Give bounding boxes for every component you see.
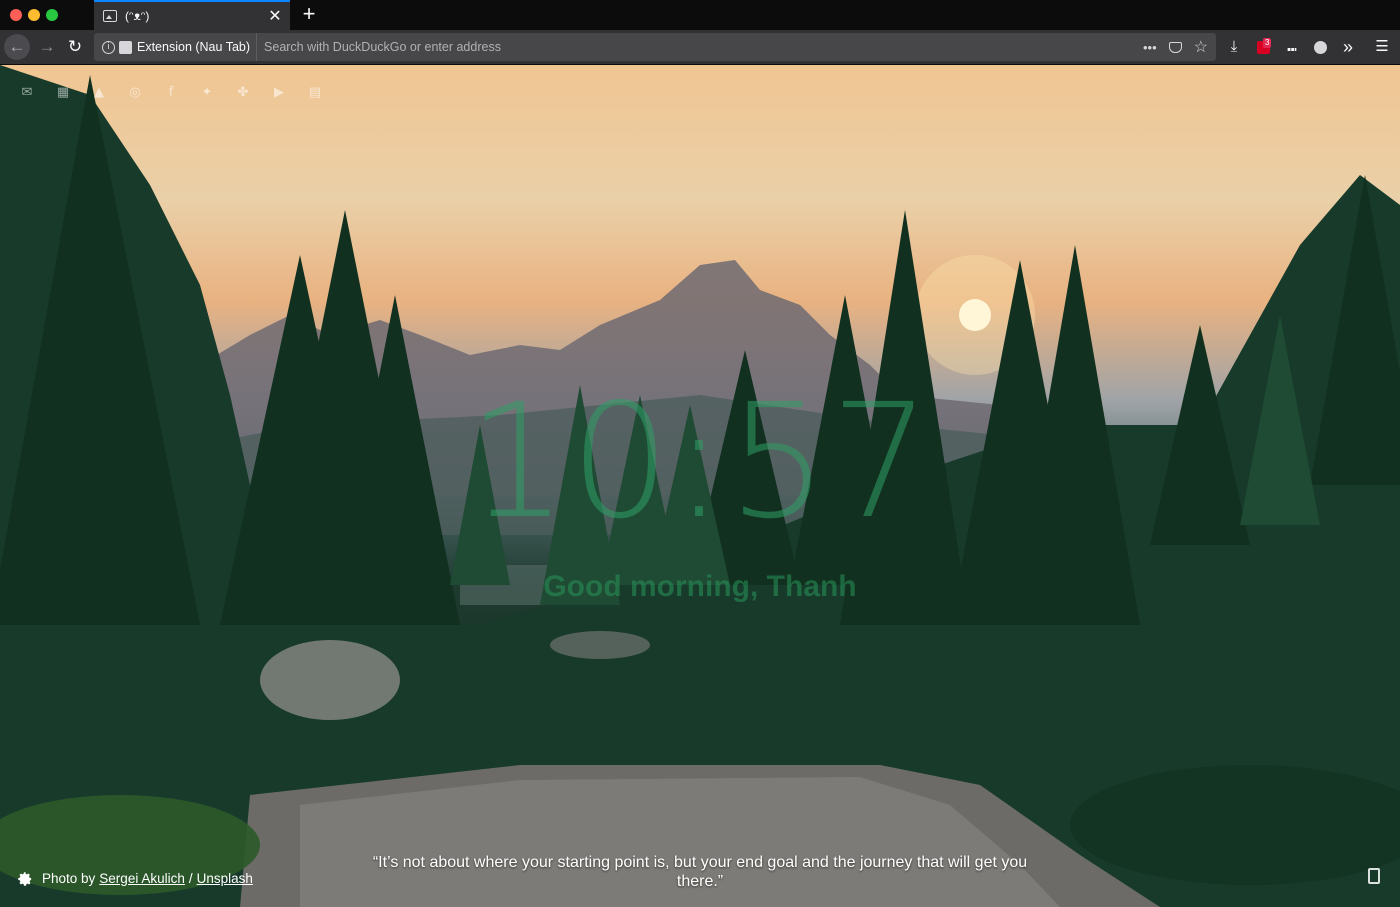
tab-close-icon[interactable]: ✕ xyxy=(266,6,284,26)
download-icon: ⤓ xyxy=(1230,38,1238,55)
library-button[interactable]: ⑉ xyxy=(1280,34,1304,60)
todo-icon[interactable] xyxy=(1368,868,1380,884)
globe-icon xyxy=(1313,41,1327,54)
window-minimize-button[interactable] xyxy=(28,9,40,21)
facebook-icon[interactable]: f xyxy=(162,85,180,101)
menu-button[interactable]: ☰ xyxy=(1370,34,1394,60)
greeting: Good morning, Thanh xyxy=(543,570,857,603)
hamburger-menu-icon: ☰ xyxy=(1375,38,1389,55)
github-icon[interactable]: ◎ xyxy=(126,85,144,101)
bookmark-star-icon[interactable]: ☆ xyxy=(1194,37,1208,57)
tab-active[interactable]: (ᵔᴥᵔ) ✕ xyxy=(94,0,290,30)
new-tab-page: ✉ ▦ ▲ ◎ f ✦ ✤ ▶ ▤ 10:57 Good morning, Th… xyxy=(0,65,1400,907)
tab-title: (ᵔᴥᵔ) xyxy=(125,9,150,23)
new-tab-button[interactable]: + xyxy=(300,3,318,25)
forward-button[interactable]: → xyxy=(34,34,60,60)
drive-icon[interactable]: ▲ xyxy=(90,85,108,101)
account-button[interactable] xyxy=(1308,34,1332,60)
pocket-icon[interactable] xyxy=(1168,41,1182,53)
extension-button[interactable]: 3 xyxy=(1251,34,1275,60)
twitter-icon[interactable]: ✦ xyxy=(198,85,216,101)
extension-badge: 3 xyxy=(1263,38,1272,48)
calendar-icon[interactable]: ▦ xyxy=(54,85,72,101)
youtube-icon[interactable]: ▶ xyxy=(270,85,288,101)
pinwheel-icon[interactable]: ✤ xyxy=(234,85,252,101)
library-icon: ⑉ xyxy=(1287,38,1297,55)
info-icon: i xyxy=(102,40,115,54)
photo-by-label: Photo by xyxy=(42,871,96,886)
back-button[interactable]: ← xyxy=(4,34,30,60)
extension-puzzle-icon xyxy=(119,40,132,54)
news-icon[interactable]: ▤ xyxy=(306,85,324,101)
page-actions-icon[interactable]: ••• xyxy=(1143,40,1157,55)
gmail-icon[interactable]: ✉ xyxy=(18,85,36,101)
shortcut-bar: ✉ ▦ ▲ ◎ f ✦ ✤ ▶ ▤ xyxy=(18,85,324,101)
tab-favicon-icon xyxy=(103,10,117,22)
gear-icon[interactable] xyxy=(18,871,32,886)
window-zoom-button[interactable] xyxy=(46,9,58,21)
downloads-button[interactable]: ⤓ xyxy=(1222,34,1246,60)
navigation-bar: ← → ↻ i Extension (Nau Tab) Search with … xyxy=(0,30,1400,65)
reload-button[interactable]: ↻ xyxy=(62,34,88,60)
photographer-link[interactable]: Sergei Akulich xyxy=(99,871,185,886)
credit-separator: / xyxy=(188,871,193,886)
overflow-icon: » xyxy=(1342,37,1353,57)
overflow-button[interactable]: » xyxy=(1336,34,1360,60)
photo-credits: Photo by Sergei Akulich / Unsplash xyxy=(18,871,253,886)
quote: “It’s not about where your starting poin… xyxy=(372,854,1028,890)
identity-box[interactable]: i Extension (Nau Tab) xyxy=(94,33,258,61)
url-bar[interactable]: i Extension (Nau Tab) Search with DuckDu… xyxy=(94,33,1216,61)
identity-label: Extension (Nau Tab) xyxy=(137,40,251,54)
window-close-button[interactable] xyxy=(10,9,22,21)
clock: 10:57 xyxy=(467,370,933,554)
url-input[interactable]: Search with DuckDuckGo or enter address xyxy=(264,40,1143,54)
unsplash-link[interactable]: Unsplash xyxy=(197,871,253,886)
title-bar: (ᵔᴥᵔ) ✕ + xyxy=(0,0,1400,30)
